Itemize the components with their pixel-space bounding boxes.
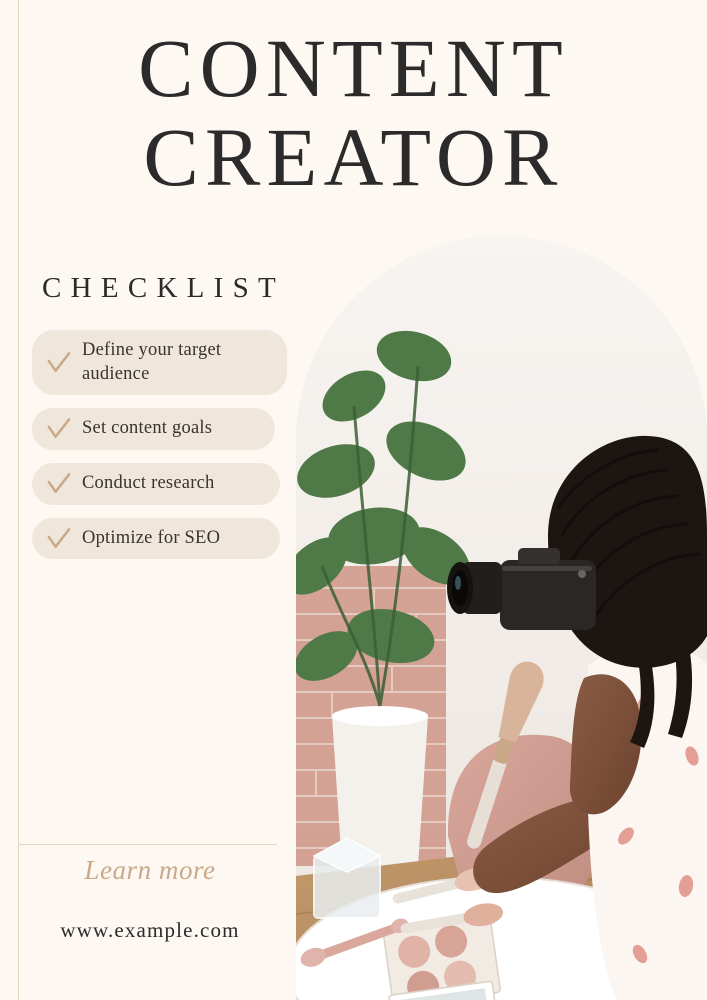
check-icon: [46, 526, 71, 551]
title-line-1: CONTENT: [138, 22, 569, 114]
checklist-heading: CHECKLIST: [42, 272, 286, 304]
title-line-2: CREATOR: [143, 110, 564, 203]
website-url[interactable]: www.example.com: [0, 918, 300, 943]
checklist-item-label: Define your target audience: [82, 340, 222, 384]
learn-more-link[interactable]: Learn more: [0, 855, 300, 886]
checklist-item-label: Optimize for SEO: [82, 527, 221, 548]
checklist-item[interactable]: Conduct research: [32, 463, 280, 505]
checklist: Define your target audience Set content …: [32, 330, 290, 572]
checklist-item[interactable]: Optimize for SEO: [32, 517, 280, 560]
checklist-item[interactable]: Set content goals: [32, 408, 275, 451]
check-icon: [46, 471, 71, 496]
hero-photo: [296, 236, 707, 1000]
hero-photo-illustration: [296, 236, 707, 1000]
checklist-item-label: Conduct research: [82, 473, 215, 494]
poster-title: CONTENT CREATOR: [0, 26, 707, 199]
check-icon: [46, 417, 71, 442]
checklist-item-label: Set content goals: [82, 418, 213, 439]
checklist-item[interactable]: Define your target audience: [32, 330, 287, 396]
bottom-horizontal-rule: [18, 844, 277, 845]
check-icon: [46, 350, 71, 375]
poster-canvas: CONTENT CREATOR CHECKLIST Define your ta…: [0, 0, 707, 1000]
